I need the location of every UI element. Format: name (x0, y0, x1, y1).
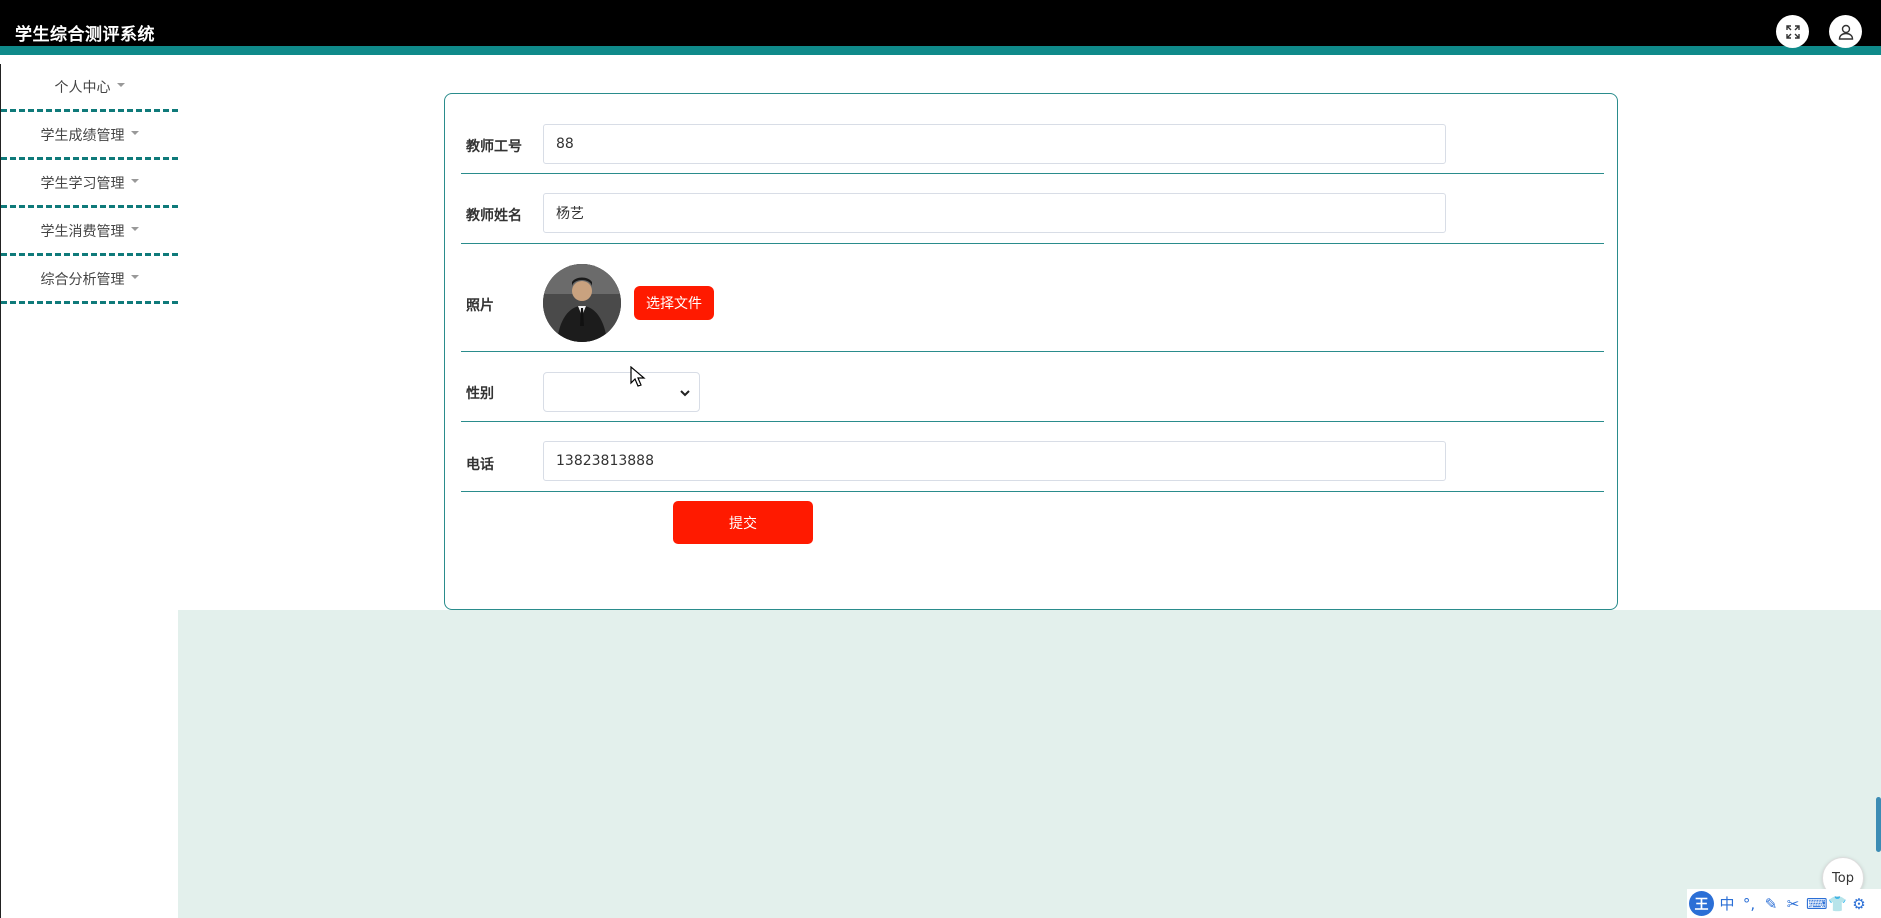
form-row-teacher-id: 教师工号 (461, 94, 1604, 174)
ime-scissors-icon[interactable]: ✂ (1784, 895, 1802, 913)
scrollbar-thumb[interactable] (1876, 797, 1881, 852)
sidebar: 个人中心 学生成绩管理 学生学习管理 学生消费管理 综合分析管理 (1, 64, 178, 304)
ime-logo-icon[interactable]: 王 (1689, 891, 1714, 916)
caret-down-icon (130, 227, 139, 231)
mouse-cursor-icon (630, 366, 646, 387)
gender-select[interactable] (543, 372, 700, 412)
ime-keyboard-icon[interactable]: ⌨ (1806, 895, 1828, 913)
ime-toolbar: 王 中 °, ✎ ✂ ⌨ 👕 ⚙ (1687, 889, 1881, 918)
sidebar-item-label: 综合分析管理 (40, 271, 125, 288)
teacher-name-label: 教师姓名 (466, 208, 522, 224)
sidebar-item-analysis-management[interactable]: 综合分析管理 (1, 256, 178, 304)
sidebar-item-label: 学生学习管理 (40, 175, 125, 192)
teacher-form-card: 教师工号 教师姓名 照片 选择文件 性别 (444, 93, 1618, 610)
form-row-teacher-name: 教师姓名 (461, 174, 1604, 244)
caret-down-icon (130, 275, 139, 279)
gender-label: 性别 (466, 386, 494, 402)
ime-skin-icon[interactable]: 👕 (1828, 895, 1847, 913)
content-background (178, 610, 1881, 918)
teacher-id-label: 教师工号 (466, 139, 522, 155)
sidebar-item-label: 个人中心 (54, 79, 111, 96)
submit-button[interactable]: 提交 (673, 501, 813, 544)
teacher-id-input[interactable] (543, 124, 1446, 164)
sidebar-item-label: 学生消费管理 (40, 223, 125, 240)
form-row-phone: 电话 (461, 422, 1604, 492)
chevron-down-icon (680, 390, 690, 397)
teacher-photo (543, 264, 621, 342)
sidebar-item-study-management[interactable]: 学生学习管理 (1, 160, 178, 208)
sidebar-item-personal-center[interactable]: 个人中心 (1, 64, 178, 112)
caret-down-icon (130, 179, 139, 183)
photo-label: 照片 (466, 298, 494, 314)
ime-punctuation-icon[interactable]: °, (1740, 895, 1758, 913)
user-icon[interactable] (1829, 15, 1862, 48)
ime-settings-icon[interactable]: ⚙ (1850, 895, 1868, 913)
phone-input[interactable] (543, 441, 1446, 481)
phone-label: 电话 (466, 457, 494, 473)
sidebar-item-consumption-management[interactable]: 学生消费管理 (1, 208, 178, 256)
caret-down-icon (130, 131, 139, 135)
app-title: 学生综合测评系统 (15, 25, 155, 45)
ime-chinese-mode[interactable]: 中 (1718, 893, 1736, 914)
teacher-name-input[interactable] (543, 193, 1446, 233)
top-bar: 学生综合测评系统 (0, 0, 1881, 55)
sidebar-item-score-management[interactable]: 学生成绩管理 (1, 112, 178, 160)
form-row-photo: 照片 选择文件 (461, 244, 1604, 352)
fullscreen-icon[interactable] (1776, 15, 1809, 48)
sidebar-item-label: 学生成绩管理 (40, 127, 125, 144)
caret-down-icon (116, 83, 125, 87)
choose-file-button[interactable]: 选择文件 (634, 286, 714, 320)
ime-handwriting-icon[interactable]: ✎ (1762, 895, 1780, 913)
